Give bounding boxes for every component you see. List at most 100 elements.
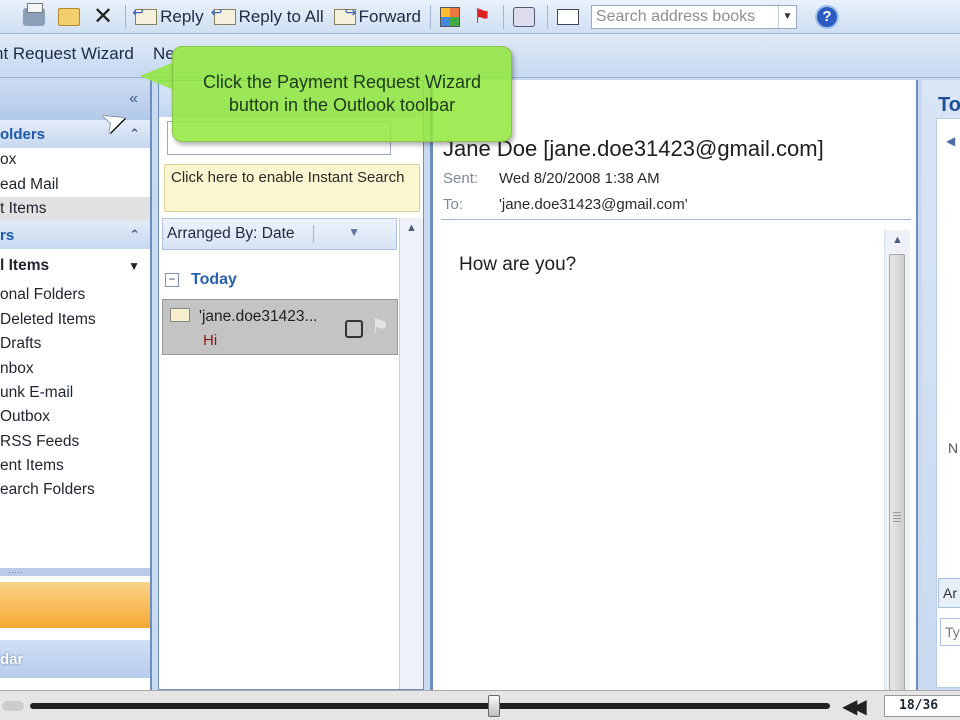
collapse-nav-icon[interactable]: « [129,90,138,108]
header-divider [441,219,911,220]
print-icon [23,2,45,26]
folder-label: nbox [0,359,34,377]
folder-label: Deleted Items [0,310,96,328]
seek-track[interactable] [30,703,830,709]
folder-junk-email[interactable]: unk E-mail [0,381,150,405]
favorite-folders-label: olders [0,125,46,143]
todo-new-task-input[interactable]: Ty [940,618,960,646]
player-left-cap [2,701,24,711]
folder-deleted-items[interactable]: Deleted Items [0,308,150,332]
folder-personal-folders[interactable]: onal Folders [0,283,150,307]
payment-request-wizard-button[interactable]: nt Request Wizard [0,44,134,64]
all-mail-items-label: l Items [0,257,50,275]
scroll-up-icon[interactable]: ▲ [892,234,903,246]
toolbar-separator [125,4,127,29]
message-list-pane: Click here to enable Instant Search Arra… [158,80,424,690]
forward-button[interactable]: Forward [329,3,426,31]
todo-arranged-by[interactable]: Ar [938,578,960,608]
sent-label: Sent: [443,170,479,187]
nav-pane-header: « [0,80,150,120]
standard-toolbar: ✕ Reply Reply to All Forward ⚑ Search ad… [0,0,960,34]
help-icon: ? [822,8,832,25]
todo-bar: To ◀ N Ar Ty [922,80,960,690]
column-divider [313,225,314,243]
arranged-by-header[interactable]: Arranged By: Date ▼ [162,218,397,250]
scrollbar-thumb[interactable] [889,254,905,690]
toolbar-separator [502,4,504,29]
categorize-button[interactable] [435,3,468,31]
message-from: 'jane.doe31423... [199,308,318,325]
rewind-icon[interactable]: ◀◀ [842,694,867,719]
delete-button[interactable]: ✕ [88,3,121,31]
nav-item-sent-items[interactable]: t Items [0,196,150,222]
message-row[interactable]: 'jane.doe31423... Hi ⚑ [162,299,398,355]
folder-label: earch Folders [0,481,95,499]
group-label: Today [191,271,237,288]
delete-icon: ✕ [93,2,114,30]
reply-all-button[interactable]: Reply to All [209,3,329,31]
nav-item-label: ox [0,151,17,169]
slide-counter: 18/36 [884,695,960,717]
folder-outbox[interactable]: Outbox [0,405,150,429]
instruction-callout: Click the Payment Request Wizard button … [172,46,512,142]
video-player-bar: ◀◀ 18/36 [0,690,960,720]
folder-label: Outbox [0,408,50,426]
group-today[interactable]: − Today [165,271,237,289]
nav-item-label: t Items [0,199,47,217]
scrollbar-grip [893,512,901,522]
search-address-books-input[interactable]: Search address books ▼ [590,4,797,29]
scroll-up-icon[interactable]: ▲ [406,222,417,234]
search-address-books-placeholder: Search address books [595,7,756,25]
nav-item-unread-mail[interactable]: ead Mail [0,172,150,196]
sort-order-icon[interactable]: ▼ [348,225,360,239]
nav-button-mail[interactable] [0,582,150,628]
folder-sent-items[interactable]: ent Items [0,454,150,478]
envelope-icon [170,308,190,322]
move-folder-icon [58,7,80,26]
follow-up-button[interactable]: ⚑ [468,3,499,31]
folder-inbox[interactable]: nbox [0,356,150,380]
send-receive-icon [512,6,535,27]
folder-label: RSS Feeds [0,432,80,450]
dropdown-arrow-icon: ▼ [128,259,140,274]
categorize-icon [439,6,460,27]
all-mail-items-dropdown[interactable]: l Items ▼ [0,249,150,283]
sent-value: Wed 8/20/2008 1:38 AM [499,170,660,187]
category-checkbox[interactable] [345,320,363,338]
folder-search-folders[interactable]: earch Folders [0,478,150,502]
toolbar-separator [546,4,548,29]
nav-item-inbox[interactable]: ox [0,148,150,172]
todo-note-text: N [948,440,959,456]
help-button[interactable]: ? [814,4,839,29]
reply-all-icon [211,4,236,25]
nav-splitter[interactable]: ····· [0,568,150,577]
reading-pane: Jane Doe [jane.doe31423@gmail.com] Sent:… [430,80,918,690]
seek-handle[interactable] [488,695,500,717]
nav-button-calendar[interactable]: dar [0,640,150,678]
address-book-icon [556,8,579,25]
send-receive-button[interactable] [508,3,543,31]
flag-icon[interactable]: ⚑ [371,314,389,339]
folder-label: ent Items [0,457,64,475]
print-button[interactable] [18,2,53,31]
address-book-button[interactable] [552,3,587,31]
message-body: How are you? [459,254,577,275]
enable-instant-search-bar[interactable]: Click here to enable Instant Search [164,164,420,212]
chevron-down-icon[interactable]: ▼ [777,5,796,28]
to-label: To: [443,196,464,213]
move-to-folder-button[interactable] [53,3,88,31]
folder-rss-feeds[interactable]: RSS Feeds [0,430,150,454]
collapse-group-icon[interactable]: − [165,273,179,287]
callout-pointer [140,62,174,90]
mail-folders-header[interactable]: rs ⌃ [0,221,150,250]
list-scrollbar[interactable]: ▲ [399,218,423,689]
folder-drafts[interactable]: Drafts [0,332,150,356]
navigation-pane: « olders ⌃ ox ead Mail t Items rs ⌃ l It… [0,80,152,690]
previous-month-icon[interactable]: ◀ [946,134,955,148]
to-value[interactable]: 'jane.doe31423@gmail.com' [499,196,688,213]
chevron-up-icon[interactable]: ⌃ [129,227,140,243]
reading-scrollbar[interactable]: ▲ [884,230,910,690]
reply-button[interactable]: Reply [130,3,208,31]
calendar-label: dar [0,650,24,668]
arranged-by-label: Arranged By: Date [167,225,295,242]
